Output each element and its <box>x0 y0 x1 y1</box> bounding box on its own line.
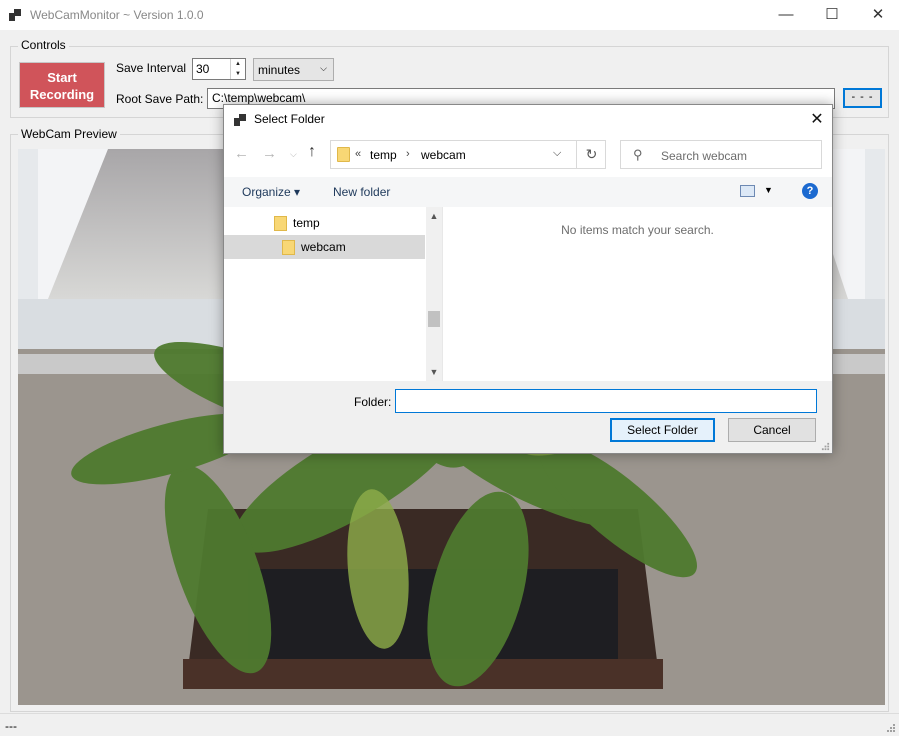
save-interval-value: 30 <box>196 62 210 76</box>
select-folder-dialog: Select Folder ✕ ← → ⌵ ↑ « temp › webcam … <box>223 104 833 454</box>
select-folder-button[interactable]: Select Folder <box>610 418 715 442</box>
folder-tree: temp webcam ▲ ▼ <box>224 207 442 381</box>
interval-unit-select[interactable]: minutes ⌵ <box>253 58 334 81</box>
status-bar: --- <box>0 713 899 736</box>
folder-icon <box>282 240 295 255</box>
start-recording-button[interactable]: Start Recording <box>19 62 105 108</box>
maximize-button[interactable]: ☐ <box>809 0 855 30</box>
dialog-app-icon <box>234 114 246 126</box>
browse-button[interactable]: - - - <box>843 88 882 108</box>
save-interval-stepper[interactable]: 30 ▲ ▼ <box>192 58 246 80</box>
tree-item-label: temp <box>293 216 320 230</box>
empty-results-message: No items match your search. <box>561 223 714 237</box>
new-folder-button[interactable]: New folder <box>333 185 390 199</box>
close-button[interactable]: ✕ <box>855 0 899 30</box>
command-bar: Organize ▾ New folder ▼ ? <box>224 177 832 207</box>
address-dropdown-chevron-icon[interactable]: ⌵ <box>553 147 561 160</box>
up-arrow-icon[interactable]: ↑ <box>308 143 316 161</box>
folder-label: Folder: <box>354 395 392 409</box>
organize-menu[interactable]: Organize ▾ <box>242 185 300 199</box>
minimize-button[interactable]: — <box>763 0 809 30</box>
dialog-footer: Folder: Select Folder Cancel <box>224 381 832 453</box>
start-button-label-line1: Start <box>47 70 77 85</box>
tree-item-label: webcam <box>301 240 346 254</box>
breadcrumb-webcam[interactable]: webcam <box>421 148 466 162</box>
tree-scrollbar[interactable]: ▲ ▼ <box>426 207 442 381</box>
scrollbar-thumb[interactable] <box>428 311 440 327</box>
dialog-resize-grip-icon[interactable] <box>821 442 830 451</box>
save-interval-label: Save Interval <box>116 61 187 75</box>
root-path-label: Root Save Path: <box>116 92 204 106</box>
cancel-button[interactable]: Cancel <box>728 418 816 442</box>
tree-item-webcam[interactable]: webcam <box>224 235 425 259</box>
search-input[interactable]: ⚲ Search webcam <box>620 140 822 169</box>
window-title: WebCamMonitor ~ Version 1.0.0 <box>30 8 204 22</box>
search-placeholder: Search webcam <box>661 149 748 163</box>
breadcrumb-separator-icon: › <box>406 148 410 160</box>
search-icon: ⚲ <box>633 147 643 162</box>
preview-group-label: WebCam Preview <box>18 127 120 141</box>
scroll-down-icon[interactable]: ▼ <box>426 367 442 377</box>
recent-locations-chevron-icon[interactable]: ⌵ <box>290 149 297 160</box>
back-arrow-icon[interactable]: ← <box>234 145 249 162</box>
chevron-down-icon: ⌵ <box>320 63 327 73</box>
controls-group-label: Controls <box>18 38 69 52</box>
dialog-title-bar: Select Folder ✕ <box>224 105 832 134</box>
folder-name-input[interactable] <box>395 389 817 413</box>
status-text: --- <box>5 719 17 733</box>
stepper-arrows[interactable]: ▲ ▼ <box>230 59 245 79</box>
stepper-down-icon[interactable]: ▼ <box>231 69 245 79</box>
title-bar: WebCamMonitor ~ Version 1.0.0 — ☐ ✕ <box>0 0 899 30</box>
forward-arrow-icon[interactable]: → <box>262 145 277 162</box>
start-button-label-line2: Recording <box>29 87 95 102</box>
help-icon[interactable]: ? <box>802 183 818 199</box>
refresh-icon[interactable]: ↻ <box>576 141 606 168</box>
tree-item-temp[interactable]: temp <box>224 211 425 235</box>
folder-icon <box>274 216 287 231</box>
resize-grip-icon[interactable] <box>886 723 896 733</box>
dialog-title: Select Folder <box>254 112 325 126</box>
view-options-icon[interactable] <box>740 185 755 197</box>
breadcrumb-temp[interactable]: temp <box>370 148 397 162</box>
interval-unit-value: minutes <box>258 63 301 77</box>
stepper-up-icon[interactable]: ▲ <box>231 59 245 69</box>
address-overflow[interactable]: « <box>355 148 361 160</box>
app-icon <box>9 9 21 21</box>
address-bar[interactable]: « temp › webcam ⌵ ↻ <box>330 140 606 169</box>
scroll-up-icon[interactable]: ▲ <box>426 211 442 221</box>
dialog-close-button[interactable]: ✕ <box>802 107 832 133</box>
address-folder-icon <box>337 147 350 162</box>
view-chevron-down-icon[interactable]: ▼ <box>764 185 773 195</box>
